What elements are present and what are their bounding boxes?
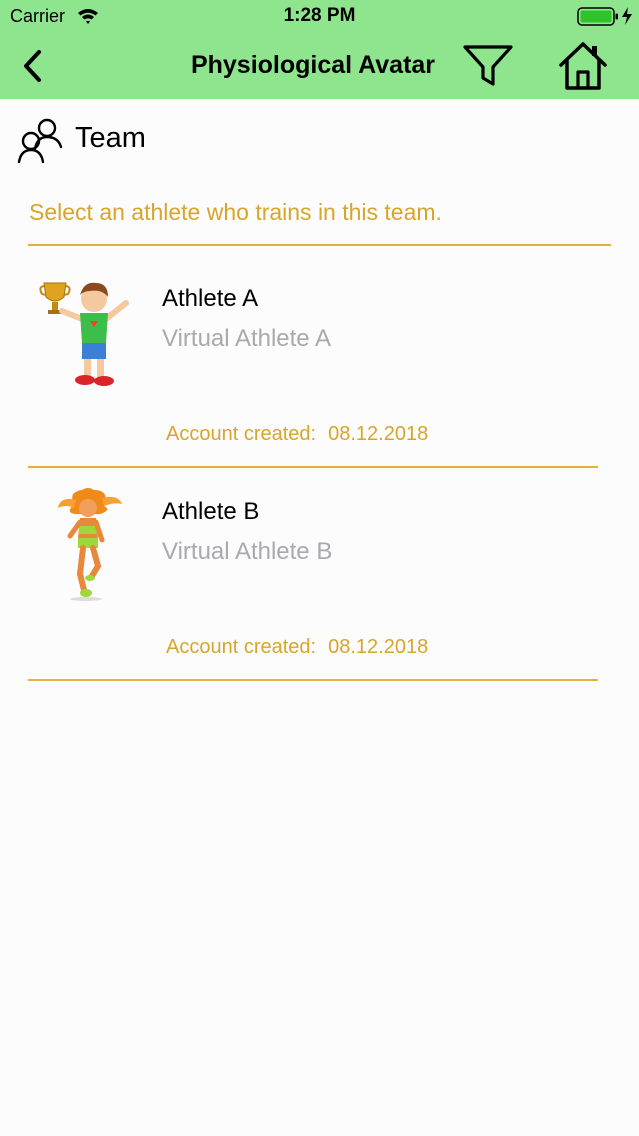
account-created-date: 08.12.2018	[328, 636, 429, 658]
team-icon	[16, 115, 66, 170]
athlete-subtitle: Virtual Athlete A	[162, 325, 332, 352]
athlete-list-item[interactable]: Athlete B Virtual Athlete B Account crea…	[0, 460, 639, 681]
home-button[interactable]	[556, 40, 610, 92]
account-created-date: 08.12.2018	[328, 423, 429, 445]
athlete-name: Athlete B	[162, 498, 260, 525]
home-icon	[559, 42, 607, 90]
chevron-left-icon	[24, 50, 41, 82]
account-created-label: Account created:	[166, 423, 317, 445]
account-created-label: Account created:	[166, 636, 317, 658]
status-time: 1:28 PM	[283, 5, 356, 26]
athlete-subtitle: Virtual Athlete B	[162, 538, 333, 565]
status-bar: Carrier 1:28 PM	[0, 0, 639, 34]
charging-bolt-icon	[621, 7, 633, 30]
divider	[28, 679, 598, 681]
account-created: Account created: 08.12.2018	[166, 423, 428, 446]
instruction-text: Select an athlete who trains in this tea…	[29, 199, 442, 225]
boy-with-trophy-avatar	[38, 273, 138, 391]
divider	[28, 244, 611, 246]
battery-icon	[577, 7, 619, 32]
top-bar: Carrier 1:28 PM Physiological Avatar	[0, 0, 639, 99]
section-title: Team	[75, 122, 146, 154]
athlete-list-item[interactable]: Athlete A Virtual Athlete A Account crea…	[0, 247, 639, 468]
filter-icon	[463, 45, 513, 86]
navigation-bar: Physiological Avatar	[0, 34, 639, 99]
screen: Carrier 1:28 PM Physiological Avatar Tea…	[0, 0, 639, 1136]
athlete-name: Athlete A	[162, 285, 259, 312]
page-title: Physiological Avatar	[190, 51, 436, 79]
account-created: Account created: 08.12.2018	[166, 636, 428, 659]
team-section-header: Team	[16, 115, 316, 165]
girl-runner-avatar	[38, 486, 138, 604]
filter-button[interactable]	[462, 42, 514, 90]
back-button[interactable]	[14, 46, 50, 86]
